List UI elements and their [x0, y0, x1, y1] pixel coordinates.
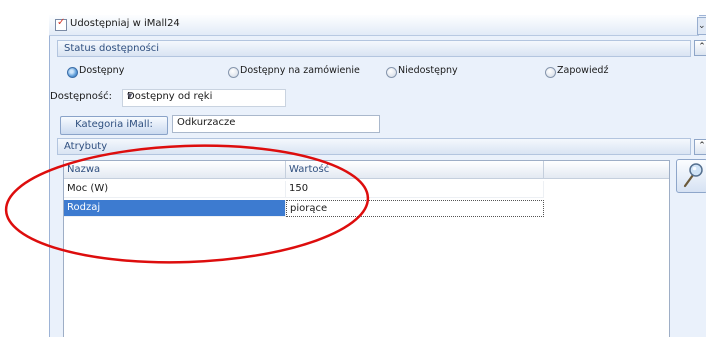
annotation-ellipse	[4, 144, 370, 264]
